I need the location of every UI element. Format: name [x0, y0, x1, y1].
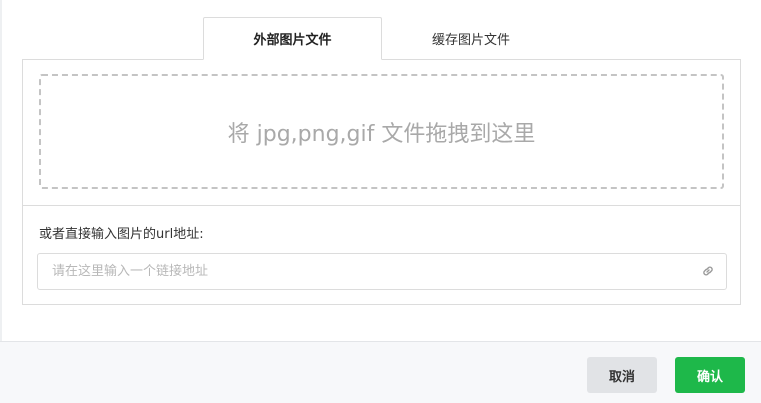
tab-external-label: 外部图片文件: [253, 33, 332, 48]
tab-bar: 外部图片文件 缓存图片文件: [203, 17, 560, 60]
url-section: 或者直接输入图片的url地址:: [23, 205, 740, 305]
tab-cached-label: 缓存图片文件: [431, 33, 510, 48]
upload-panel: 将 jpg,png,gif 文件拖拽到这里 或者直接输入图片的url地址:: [22, 59, 741, 305]
dialog-footer: 取消 确认: [0, 341, 761, 403]
confirm-button[interactable]: 确认: [675, 357, 745, 393]
dropzone-text: 将 jpg,png,gif 文件拖拽到这里: [227, 121, 536, 147]
url-input[interactable]: [38, 254, 688, 289]
tab-cached-image[interactable]: 缓存图片文件: [382, 17, 560, 60]
link-icon: [700, 263, 716, 279]
tab-external-image[interactable]: 外部图片文件: [203, 17, 382, 60]
image-upload-dialog: 外部图片文件 缓存图片文件 将 jpg,png,gif 文件拖拽到这里 或者直接…: [0, 0, 761, 403]
cancel-button[interactable]: 取消: [587, 357, 657, 393]
url-input-wrapper: [37, 253, 727, 290]
url-label: 或者直接输入图片的url地址:: [39, 227, 204, 242]
file-dropzone[interactable]: 将 jpg,png,gif 文件拖拽到这里: [39, 74, 724, 189]
